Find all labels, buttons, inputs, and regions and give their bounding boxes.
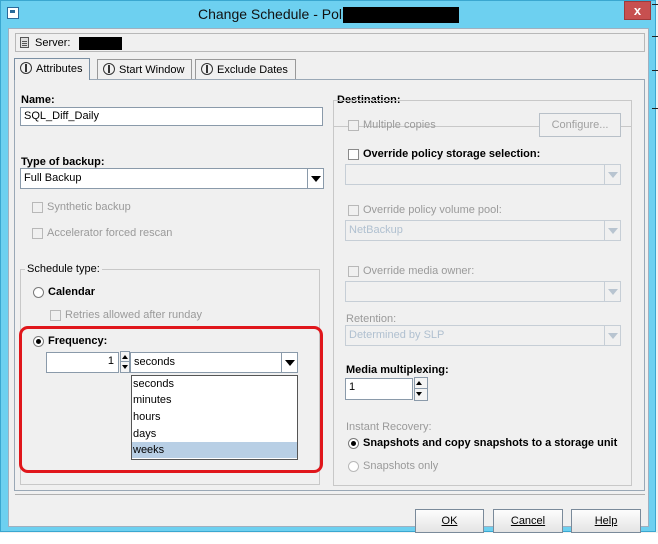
multiplexing-label: Media multiplexing: (346, 364, 449, 376)
multiple-copies-checkbox[interactable] (348, 120, 359, 131)
server-bar: Server: (15, 33, 645, 52)
calendar-label: Calendar (48, 286, 96, 298)
retention-select[interactable]: Determined by SLP (345, 325, 621, 346)
override-storage-label: Override policy storage selection: (363, 148, 541, 160)
volume-pool-select[interactable]: NetBackup (345, 220, 621, 241)
server-label: Server: (35, 37, 71, 49)
background-strip (0, 533, 658, 544)
configure-button[interactable]: Configure... (539, 113, 621, 137)
spin-up-icon[interactable] (415, 378, 427, 389)
edge-mark (652, 36, 658, 37)
instant-recovery-label: Instant Recovery: (346, 421, 432, 433)
help-button[interactable]: Help (571, 509, 641, 533)
spin-down-icon[interactable] (415, 389, 427, 400)
clock-icon (20, 62, 32, 74)
edge-mark (652, 4, 658, 5)
dialog-window: Change Schedule - Policy x Server: Attri… (0, 0, 656, 533)
help-label: Help (594, 515, 618, 527)
server-icon (20, 37, 29, 48)
schedule-type-label: Schedule type: (25, 263, 102, 275)
multiplexing-input[interactable]: 1 (345, 378, 413, 400)
storage-select[interactable] (345, 164, 621, 185)
cancel-button[interactable]: Cancel (493, 509, 563, 533)
ok-label: OK (441, 515, 458, 527)
edge-mark (652, 108, 658, 109)
override-media-label: Override media owner: (363, 265, 475, 277)
clock-icon (201, 63, 213, 75)
override-volume-checkbox[interactable] (348, 205, 359, 216)
clock-icon (103, 63, 115, 75)
title-bar[interactable]: Change Schedule - Policy x (1, 1, 655, 27)
name-input[interactable]: SQL_Diff_Daily (20, 107, 323, 126)
chevron-down-icon[interactable] (307, 169, 323, 188)
chevron-down-icon[interactable] (604, 282, 620, 301)
tab-exclude-dates[interactable]: Exclude Dates (195, 59, 296, 79)
redacted-policy-name (343, 7, 459, 23)
calendar-radio[interactable] (33, 287, 44, 298)
tab-start-window[interactable]: Start Window (97, 59, 193, 79)
cancel-label: Cancel (510, 515, 546, 527)
accelerator-label: Accelerator forced rescan (47, 227, 173, 239)
divider (15, 494, 645, 495)
retention-value: Determined by SLP (349, 329, 445, 341)
tab-label: Exclude Dates (217, 64, 288, 76)
retention-label: Retention: (346, 313, 397, 325)
tab-attributes[interactable]: Attributes (14, 58, 91, 80)
override-storage-checkbox[interactable] (348, 149, 359, 160)
accelerator-checkbox[interactable] (32, 228, 43, 239)
backup-type-value: Full Backup (24, 172, 82, 184)
override-volume-label: Override policy volume pool: (363, 204, 502, 216)
close-button[interactable]: x (624, 1, 651, 20)
backup-type-label: Type of backup: (21, 156, 105, 168)
dialog-body: Server: Attributes Start Window Exclude … (8, 28, 649, 533)
multiple-copies-label: Multiple copies (363, 119, 436, 131)
override-media-checkbox[interactable] (348, 266, 359, 277)
synthetic-checkbox[interactable] (32, 202, 43, 213)
chevron-down-icon[interactable] (604, 221, 620, 240)
tab-label: Attributes (36, 63, 83, 75)
window-title: Change Schedule - Policy (198, 6, 360, 22)
volume-pool-value: NetBackup (349, 224, 403, 236)
app-icon (7, 7, 19, 19)
retries-checkbox[interactable] (50, 310, 61, 321)
snapshots-only-radio[interactable] (348, 461, 359, 472)
tab-label: Start Window (119, 64, 185, 76)
redacted-server-name (79, 37, 122, 50)
name-label: Name: (21, 94, 55, 106)
retries-label: Retries allowed after runday (65, 309, 202, 321)
chevron-down-icon[interactable] (604, 165, 620, 184)
chevron-down-icon[interactable] (604, 326, 620, 345)
multiplexing-spinner[interactable] (414, 377, 428, 401)
synthetic-label: Synthetic backup (47, 201, 131, 213)
annotation-highlight (19, 326, 323, 473)
snapshots-only-label: Snapshots only (363, 460, 439, 472)
ok-button[interactable]: OK (415, 509, 484, 533)
media-owner-select[interactable] (345, 281, 621, 302)
backup-type-select[interactable]: Full Backup (20, 168, 324, 189)
snapshots-copy-label: Snapshots and copy snapshots to a storag… (363, 437, 618, 449)
snapshots-copy-radio[interactable] (348, 438, 359, 449)
edge-mark (652, 70, 658, 71)
